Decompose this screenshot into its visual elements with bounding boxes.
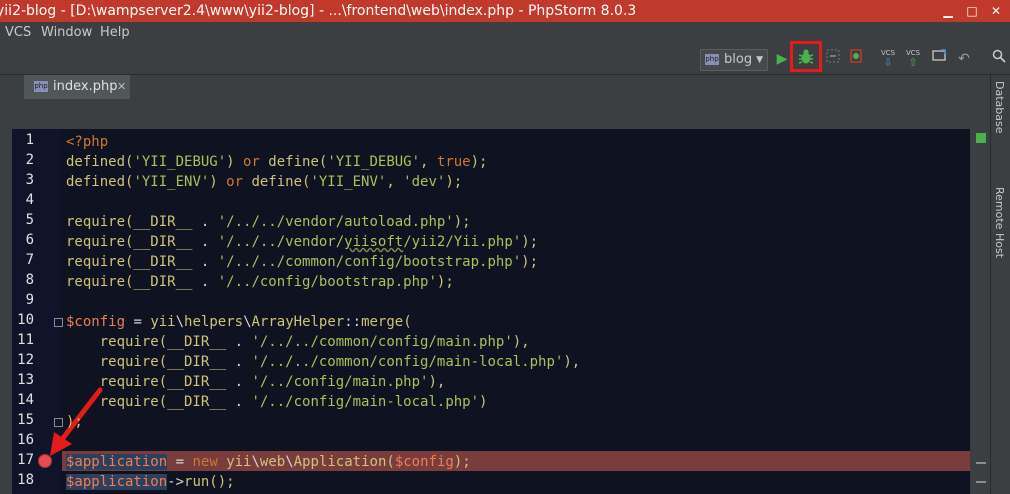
line-number: 11 [17, 332, 34, 348]
revert-button[interactable]: ↶ [953, 48, 975, 70]
arrow-up-icon: ⇧ [908, 56, 918, 69]
undo-icon: ↶ [958, 51, 970, 67]
stripe-mark[interactable] [976, 462, 986, 464]
compare-icon [932, 49, 946, 61]
line-number: 9 [25, 292, 34, 308]
coverage-button[interactable] [822, 48, 844, 70]
code-line[interactable]: ); [66, 412, 83, 432]
right-tool-strip: Database Remote Host [990, 75, 1010, 494]
code-editor[interactable]: 1 2 3 4 5 6 7 8 9 10 11 12 13 14 15 16 1… [12, 129, 970, 494]
error-stripe[interactable] [970, 129, 990, 494]
close-icon[interactable]: ✕ [117, 75, 126, 99]
code-line[interactable]: $config = yii\helpers\ArrayHelper::merge… [66, 312, 412, 332]
line-number: 10 [17, 312, 34, 328]
php-file-icon: php [34, 81, 48, 92]
code-line[interactable]: require(__DIR__ . '/../config/main.php')… [66, 372, 446, 392]
line-number: 5 [25, 212, 34, 228]
vcs-commit-button[interactable]: VCS ⇧ [904, 49, 922, 69]
line-number: 14 [17, 392, 34, 408]
run-config-label: blog [724, 52, 753, 67]
code-line[interactable]: require(__DIR__ . '/../../vendor/yiisoft… [66, 232, 538, 252]
line-number: 16 [17, 432, 34, 448]
close-button[interactable]: ✕ [984, 0, 1008, 22]
vcs-update-button[interactable]: VCS ⇩ [879, 49, 897, 69]
chevron-down-icon: ▼ [756, 55, 763, 65]
no-errors-indicator[interactable] [976, 133, 986, 143]
code-line[interactable]: require(__DIR__ . '/../../common/config/… [66, 332, 530, 352]
line-number: 17 [17, 452, 34, 468]
line-number: 1 [25, 132, 34, 148]
menu-bar: VCS Window Help [0, 22, 1010, 44]
window-title: yii2-blog - [D:\wampserver2.4\www\yii2-b… [0, 3, 637, 19]
line-number: 15 [17, 412, 34, 428]
line-number: 18 [17, 472, 34, 488]
code-line[interactable]: require(__DIR__ . '/../../common/config/… [66, 352, 580, 372]
fold-marker[interactable] [54, 318, 63, 327]
code-line[interactable]: <?php [66, 132, 108, 152]
line-number: 6 [25, 232, 34, 248]
search-icon [992, 49, 1006, 63]
code-line[interactable]: require(__DIR__ . '/../../vendor/autoloa… [66, 212, 471, 232]
database-panel-tab[interactable]: Database [993, 81, 1006, 134]
minimize-button[interactable]: ▁ [936, 0, 960, 22]
stripe-mark[interactable] [976, 481, 986, 483]
menu-help[interactable]: Help [100, 22, 130, 44]
line-number: 12 [17, 352, 34, 368]
code-line[interactable]: defined('YII_DEBUG') or define('YII_DEBU… [66, 152, 487, 172]
search-everywhere-button[interactable] [988, 48, 1010, 70]
menu-window[interactable]: Window [41, 22, 92, 44]
code-line[interactable]: require(__DIR__ . '/../config/bootstrap.… [66, 272, 454, 292]
arrow-down-icon: ⇩ [883, 56, 893, 69]
maximize-button[interactable]: □ [960, 0, 984, 22]
tab-label: index.php [53, 79, 118, 94]
code-line[interactable]: $application = new yii\web\Application($… [66, 452, 471, 472]
phone-debug-icon [850, 49, 862, 63]
run-icon: ▶ [776, 51, 788, 67]
line-number: 7 [25, 252, 34, 268]
line-number: 4 [25, 192, 34, 208]
menu-vcs[interactable]: VCS [5, 22, 31, 44]
breadcrumb-area [12, 99, 990, 129]
code-line[interactable]: require(__DIR__ . '/../../common/config/… [66, 252, 538, 272]
remote-host-panel-tab[interactable]: Remote Host [993, 187, 1006, 258]
code-line[interactable]: require(__DIR__ . '/../config/main-local… [66, 392, 488, 412]
compare-button[interactable] [928, 48, 950, 70]
listen-debug-button[interactable] [845, 48, 867, 70]
php-file-icon: php [705, 54, 719, 65]
line-number: 3 [25, 172, 34, 188]
line-number: 13 [17, 372, 34, 388]
line-number: 8 [25, 272, 34, 288]
code-line[interactable]: defined('YII_ENV') or define('YII_ENV', … [66, 172, 462, 192]
code-line[interactable]: $application->run(); [66, 472, 235, 492]
run-config-select[interactable]: php blog ▼ [700, 49, 768, 71]
editor-tab-bar: php index.php ✕ [12, 75, 990, 99]
coverage-icon [826, 49, 840, 63]
line-number: 2 [25, 152, 34, 168]
tab-index-php[interactable]: php index.php ✕ [24, 75, 130, 99]
debug-highlight-box [790, 41, 822, 72]
main-toolbar: php blog ▼ ▶ VCS ⇩ VCS ⇧ ↶ [0, 44, 1010, 75]
window-title-bar: yii2-blog - [D:\wampserver2.4\www\yii2-b… [0, 0, 1010, 22]
